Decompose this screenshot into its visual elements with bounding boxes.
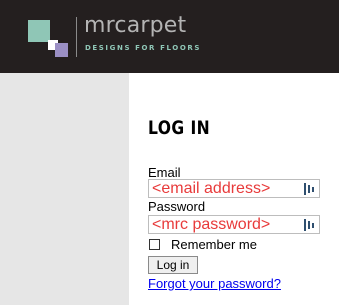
password-field[interactable]: <mrc password> (148, 215, 320, 234)
logo-icon[interactable] (28, 20, 68, 58)
password-manager-key-icon[interactable] (304, 183, 314, 195)
brand-name[interactable]: mrcarpet (84, 12, 186, 40)
logo-lilac-square (55, 43, 68, 57)
remember-me-checkbox[interactable] (149, 239, 160, 250)
logo-divider (76, 17, 77, 57)
login-button[interactable]: Log in (148, 256, 198, 274)
email-label: Email (148, 165, 181, 180)
logo-teal-square (28, 20, 50, 42)
email-field[interactable]: <email address> (148, 179, 320, 198)
password-manager-key-icon[interactable] (304, 219, 314, 231)
remember-me-label[interactable]: Remember me (171, 237, 257, 253)
password-label: Password (148, 199, 206, 214)
sidebar (0, 73, 129, 305)
site-header: mrcarpet DESIGNS FOR FLOORS (0, 0, 339, 73)
email-field-value: <email address> (152, 180, 271, 197)
page-title: LOG IN (148, 117, 211, 139)
password-field-value: <mrc password> (152, 216, 271, 233)
forgot-password-link[interactable]: Forgot your password? (148, 276, 281, 291)
brand-tagline: DESIGNS FOR FLOORS (85, 44, 202, 52)
